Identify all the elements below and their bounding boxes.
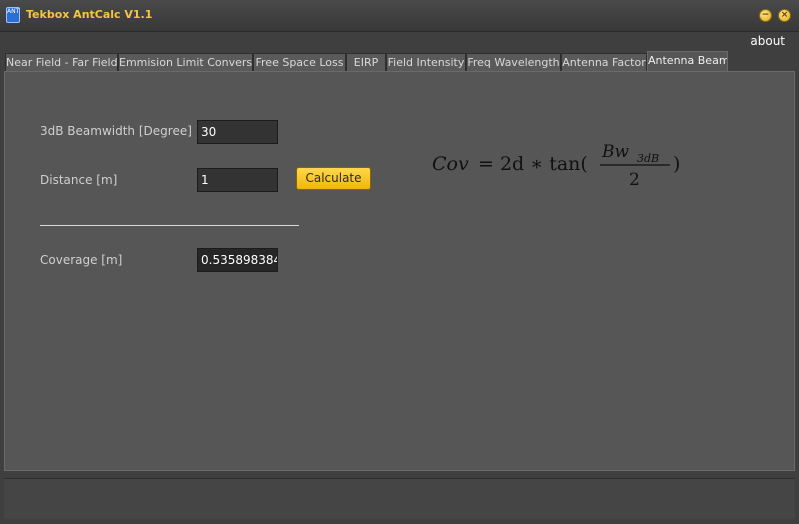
coverage-output: 0.535898384 [197,248,278,272]
formula-lhs: Cov [432,153,469,175]
divider [40,225,299,226]
formula-close-paren: ) [673,153,680,175]
distance-input[interactable]: 1 [197,168,278,192]
distance-label: Distance [m] [40,173,118,187]
tab-eirp[interactable]: EIRP [346,53,386,71]
tab-free-space-loss[interactable]: Free Space Loss [253,53,346,71]
tab-antenna-beam[interactable]: Antenna Beam [647,51,728,72]
formula-denominator: 2 [629,170,640,190]
formula-subscript: 3dB [637,152,659,165]
minimize-icon[interactable]: − [759,9,772,22]
close-icon[interactable]: × [778,9,791,22]
menu-bar: about [0,32,799,50]
tab-near-far-field[interactable]: Near Field - Far Field [5,53,118,71]
tab-field-intensity[interactable]: Field Intensity [386,53,466,71]
about-menu-item[interactable]: about [750,34,785,48]
window-title: Tekbox AntCalc V1.1 [26,8,153,21]
coverage-label: Coverage [m] [40,253,123,267]
app-window: ANT Tekbox AntCalc V1.1 − × about Near F… [0,0,799,524]
tab-antenna-factor[interactable]: Antenna Factor [561,53,647,71]
title-bar[interactable]: ANT Tekbox AntCalc V1.1 − × [0,0,799,32]
beamwidth-label: 3dB Beamwidth [Degree] [40,124,192,138]
formula-numerator: Bw [601,142,629,162]
app-icon-text: ANT [7,8,20,15]
status-bar [4,478,795,519]
tab-emission-limit-conversion[interactable]: Emmision Limit Conversion [118,53,253,71]
app-icon: ANT [6,7,20,23]
beamwidth-input[interactable]: 30 [197,120,278,144]
calculate-button[interactable]: Calculate [296,167,371,190]
tab-freq-wavelength[interactable]: Freq Wavelength [466,53,561,71]
coverage-formula: Cov = 2d ∗ tan( Bw 3dB 2 ) [432,142,680,190]
formula-expression: = 2d ∗ tan( [478,153,588,175]
